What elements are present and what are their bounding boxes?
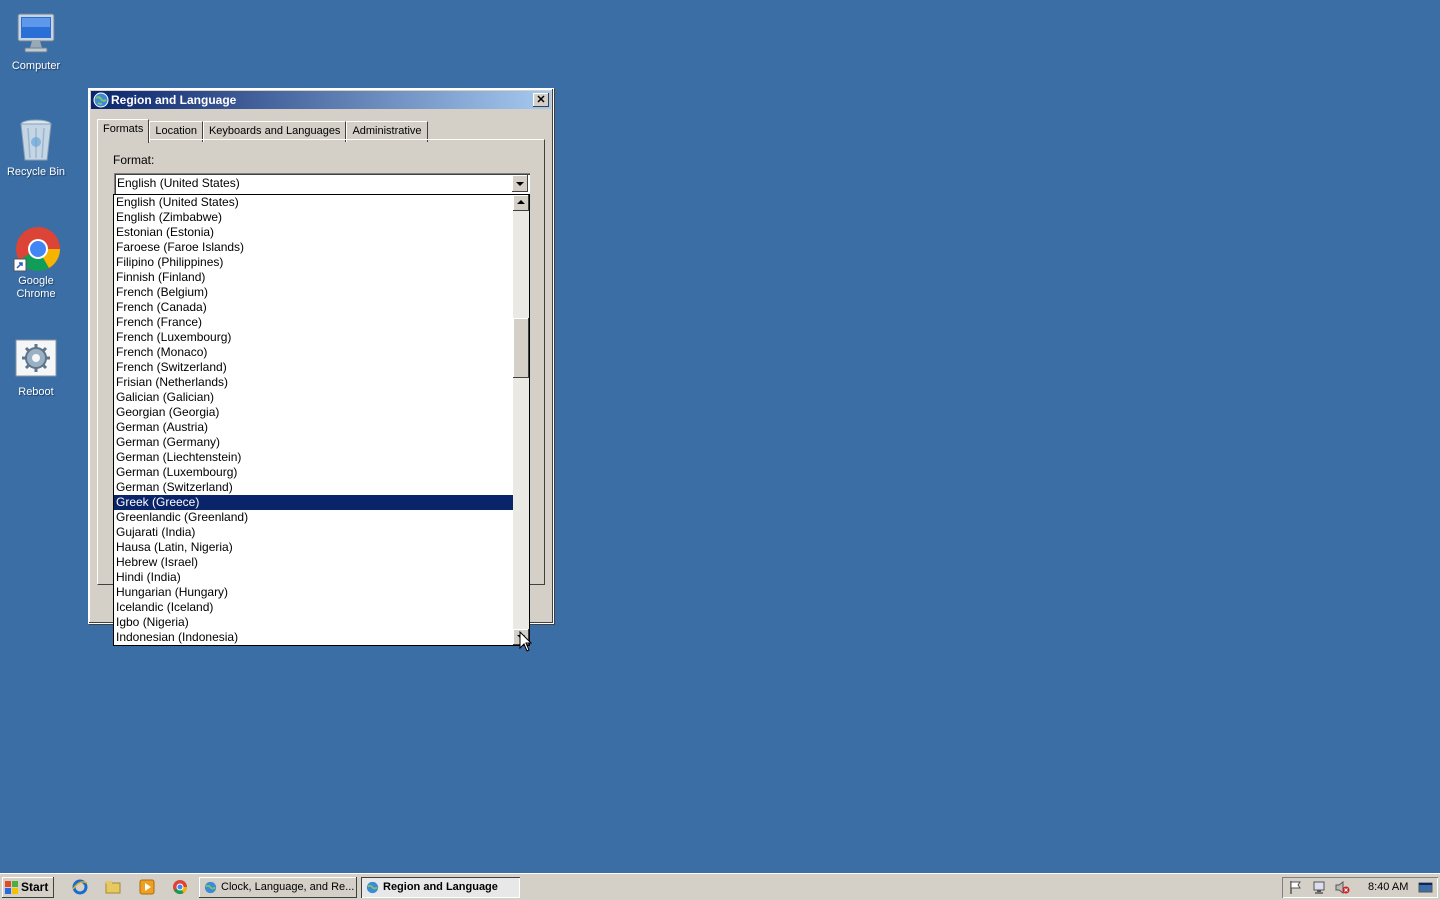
dropdown-option[interactable]: Frisian (Netherlands) [114, 375, 513, 390]
chevron-down-icon[interactable] [512, 175, 528, 192]
dropdown-option[interactable]: Finnish (Finland) [114, 270, 513, 285]
dropdown-option[interactable]: English (Zimbabwe) [114, 210, 513, 225]
dropdown-option[interactable]: English (United States) [114, 195, 513, 210]
close-button[interactable]: ✕ [533, 93, 549, 107]
globe-icon [93, 92, 109, 108]
ie-icon[interactable] [72, 879, 88, 895]
dropdown-option[interactable]: Faroese (Faroe Islands) [114, 240, 513, 255]
start-button[interactable]: Start [2, 877, 54, 898]
dropdown-option[interactable]: French (Canada) [114, 300, 513, 315]
dropdown-option[interactable]: Hausa (Latin, Nigeria) [114, 540, 513, 555]
format-dropdown-list[interactable]: English (United States) English (Zimbabwe… [113, 194, 530, 646]
control-panel-icon [204, 881, 217, 894]
scrollbar-thumb[interactable] [513, 318, 529, 379]
taskbar-button-clock-language[interactable]: Clock, Language, and Re... [199, 877, 357, 898]
dropdown-option[interactable]: French (Belgium) [114, 285, 513, 300]
format-combobox-value: English (United States) [117, 176, 240, 190]
dropdown-option[interactable]: French (Switzerland) [114, 360, 513, 375]
dropdown-option[interactable]: Filipino (Philippines) [114, 255, 513, 270]
system-tray: 8:40 AM [1282, 877, 1438, 898]
dropdown-option[interactable]: French (France) [114, 315, 513, 330]
dropdown-scrollbar[interactable] [513, 195, 529, 645]
action-center-flag-icon[interactable] [1288, 880, 1303, 895]
tab-strip: Formats Location Keyboards and Languages… [97, 119, 428, 143]
desktop-icon-label: Google Chrome [16, 275, 56, 300]
tab-formats[interactable]: Formats [97, 119, 150, 143]
dropdown-option[interactable]: Galician (Galician) [114, 390, 513, 405]
desktop-icon-label: Computer [11, 60, 61, 72]
dropdown-option[interactable]: German (Liechtenstein) [114, 450, 513, 465]
volume-muted-icon[interactable] [1335, 880, 1350, 895]
desktop-icon-recycle-bin[interactable]: Recycle Bin [0, 116, 72, 179]
dropdown-option[interactable]: Georgian (Georgia) [114, 405, 513, 420]
window-titlebar[interactable]: Region and Language ✕ [91, 91, 551, 109]
chrome-icon[interactable] [172, 879, 188, 895]
windows-logo-icon [5, 881, 18, 894]
dropdown-option[interactable]: French (Luxembourg) [114, 330, 513, 345]
start-label: Start [21, 880, 49, 894]
globe-icon [366, 881, 379, 894]
close-icon: ✕ [536, 94, 546, 106]
mouse-cursor-icon [519, 631, 533, 652]
explorer-icon[interactable] [105, 879, 121, 895]
scroll-up-button[interactable] [513, 195, 529, 211]
media-player-icon[interactable] [139, 879, 155, 895]
clock[interactable]: 8:40 AM [1368, 877, 1408, 898]
taskbar-button-label: Clock, Language, and Re... [221, 881, 355, 893]
taskbar-button-label: Region and Language [383, 881, 498, 893]
taskbar-button-region-language[interactable]: Region and Language [361, 877, 520, 898]
format-combobox[interactable]: English (United States) [114, 173, 530, 194]
dropdown-option[interactable]: Igbo (Nigeria) [114, 615, 513, 630]
dropdown-option[interactable]: Estonian (Estonia) [114, 225, 513, 240]
dropdown-option[interactable]: Gujarati (India) [114, 525, 513, 540]
dropdown-option[interactable]: Icelandic (Iceland) [114, 600, 513, 615]
desktop-icon-computer[interactable]: Computer [0, 10, 72, 73]
taskbar: Start Clock, Language, and Re... Region … [0, 873, 1440, 900]
format-label: Format: [113, 153, 155, 167]
dropdown-items: English (United States) English (Zimbabwe… [114, 195, 513, 645]
recycle-bin-icon [12, 116, 60, 164]
network-icon[interactable] [1312, 880, 1327, 895]
dropdown-option[interactable]: Indonesian (Indonesia) [114, 630, 513, 645]
dropdown-option[interactable]: Hebrew (Israel) [114, 555, 513, 570]
reboot-icon [12, 336, 60, 384]
dropdown-option[interactable]: French (Monaco) [114, 345, 513, 360]
dropdown-option[interactable]: Greek (Greece) [114, 495, 513, 510]
dropdown-option[interactable]: Hungarian (Hungary) [114, 585, 513, 600]
dropdown-option[interactable]: German (Austria) [114, 420, 513, 435]
dropdown-option[interactable]: Hindi (India) [114, 570, 513, 585]
desktop-icon-google-chrome[interactable]: Google Chrome [0, 225, 72, 301]
dropdown-option[interactable]: German (Germany) [114, 435, 513, 450]
window-title: Region and Language [111, 93, 237, 107]
desktop-icon-label: Recycle Bin [6, 166, 66, 178]
chrome-icon [12, 225, 60, 273]
dropdown-option[interactable]: German (Luxembourg) [114, 465, 513, 480]
desktop-icon-label: Reboot [18, 386, 54, 398]
dropdown-option[interactable]: German (Switzerland) [114, 480, 513, 495]
show-desktop-icon[interactable] [1418, 880, 1433, 895]
dropdown-option[interactable]: Greenlandic (Greenland) [114, 510, 513, 525]
desktop-icon-reboot[interactable]: Reboot [0, 336, 72, 399]
computer-icon [12, 10, 60, 58]
